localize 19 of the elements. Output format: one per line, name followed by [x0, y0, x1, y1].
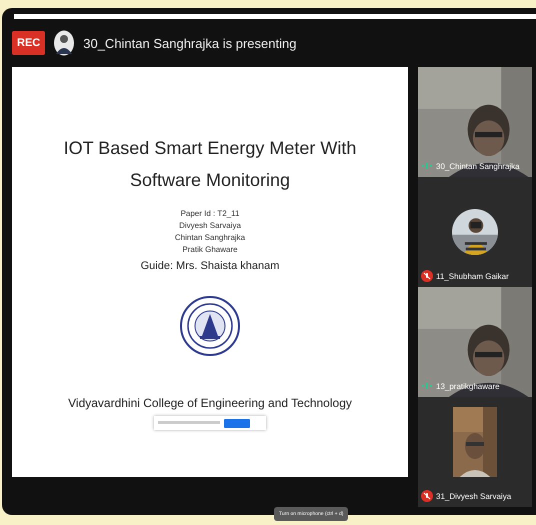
participant-tile[interactable]: 11_Shubham Gaikar	[418, 177, 532, 287]
slide-title: IOT Based Smart Energy Meter With Software Monitoring	[62, 137, 358, 192]
participant-name: 11_Shubham Gaikar	[436, 272, 509, 280]
slide-detail: Divyesh Sarvaiya	[179, 220, 241, 232]
emblem-icon	[180, 296, 240, 356]
action-button-drawing	[224, 418, 250, 428]
slide-detail: Paper Id : T2_11	[180, 208, 240, 220]
slide-detail: Chintan Sanghrajka	[174, 232, 246, 244]
participant-name: 31_Divyesh Sarvaiya	[436, 492, 512, 500]
presenter-label: 30_Chintan Sanghrajka is presenting	[83, 36, 296, 50]
slide-guide: Guide: Mrs. Shaista khanam	[140, 260, 280, 272]
participant-tile[interactable]: 31_Divyesh Sarvaiya	[418, 397, 532, 507]
slide-detail: Pratik Ghaware	[182, 244, 238, 256]
college-name: Vidyavardhini College of Engineering and Technology	[68, 396, 352, 410]
participant-tile[interactable]: 30_Chintan Sanghrajka	[418, 67, 532, 177]
participant-name: 30_Chintan Sanghrajka	[436, 162, 520, 170]
recording-badge: REC	[12, 31, 46, 55]
avatar-icon	[53, 30, 76, 56]
text-placeholder-drawing	[158, 421, 220, 425]
